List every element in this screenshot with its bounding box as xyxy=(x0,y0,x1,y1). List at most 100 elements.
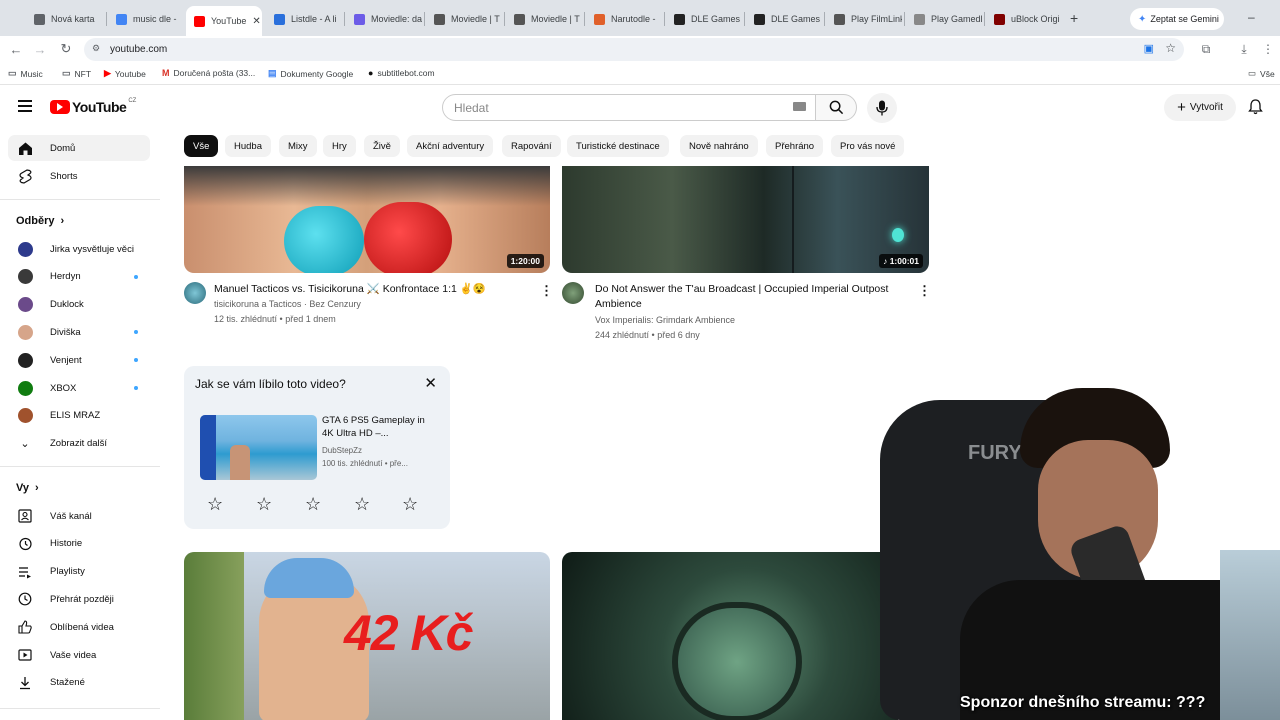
sidebar-subscription[interactable]: Jirka vysvětluje věci xyxy=(8,236,150,262)
sidebar-item-home[interactable]: Domů xyxy=(8,135,150,161)
subscriptions-heading[interactable]: Odběry › xyxy=(16,215,64,227)
bookmark-item[interactable]: ▭ NFT xyxy=(62,68,91,79)
filter-chip[interactable]: Turistické destinace xyxy=(567,135,669,157)
bookmark-item[interactable]: ▭ Music xyxy=(8,68,43,79)
video-thumbnail[interactable]: 42 Kč xyxy=(184,552,550,720)
filter-chip[interactable]: Nově nahráno xyxy=(680,135,758,157)
all-bookmarks-folder[interactable]: ▭ Vše xyxy=(1248,68,1275,79)
bookmark-item[interactable]: ● subtitlebot.com xyxy=(368,68,435,78)
back-icon[interactable]: ← xyxy=(8,41,24,57)
browser-tab[interactable]: Play FilmLink xyxy=(826,6,902,32)
sidebar-item-like[interactable]: Oblíbená videa xyxy=(8,614,150,640)
rating-star-icon[interactable]: ☆ xyxy=(305,494,321,515)
browser-tab[interactable]: Moviedle | T xyxy=(506,6,582,32)
browser-tab[interactable]: DLE Games xyxy=(746,6,822,32)
sidebar-item-playlist[interactable]: Playlisty xyxy=(8,559,150,585)
you-heading[interactable]: Vy › xyxy=(16,482,39,494)
sidebar-item-shorts[interactable]: Shorts xyxy=(8,163,150,189)
browser-tab[interactable]: DLE Games xyxy=(666,6,742,32)
tab-separator xyxy=(504,12,505,26)
search-button[interactable] xyxy=(815,94,857,121)
bookmark-star-icon[interactable]: ☆ xyxy=(1165,41,1176,55)
notifications-bell-icon[interactable] xyxy=(1248,99,1263,120)
filter-chip[interactable]: Přehráno xyxy=(766,135,824,157)
docs-icon: ▤ xyxy=(268,68,277,78)
filter-chip[interactable]: Vše xyxy=(184,135,219,157)
browser-tab[interactable]: Moviedle | T xyxy=(426,6,502,32)
hamburger-menu-icon[interactable] xyxy=(18,100,32,112)
rating-star-icon[interactable]: ☆ xyxy=(207,494,223,515)
filter-chip[interactable]: Hudba xyxy=(225,135,271,157)
youtube-logo[interactable]: YouTube CZ xyxy=(50,98,136,115)
reload-icon[interactable]: ↻ xyxy=(58,41,74,57)
browser-tab[interactable]: Moviedle: da xyxy=(346,6,422,32)
video-duration: 1:20:00 xyxy=(506,254,544,268)
sidebar-item-video[interactable]: Vaše videa xyxy=(8,642,150,668)
filter-chip[interactable]: Akční adventury xyxy=(407,135,494,157)
browser-tab[interactable]: music dle - xyxy=(108,6,184,32)
minimize-window-button[interactable]: – xyxy=(1248,10,1255,24)
new-tab-button[interactable]: + xyxy=(1070,10,1078,26)
close-icon[interactable]: ✕ xyxy=(424,374,437,392)
more-actions-icon[interactable]: ⋮ xyxy=(918,284,931,297)
forward-icon[interactable]: → xyxy=(32,41,48,57)
rating-star-icon[interactable]: ☆ xyxy=(256,494,272,515)
search-input[interactable]: Hledat xyxy=(442,94,816,121)
sidebar-subscription[interactable]: ELIS MRAZ xyxy=(8,403,150,429)
video-title[interactable]: Do Not Answer the T'au Broadcast | Occup… xyxy=(595,282,915,312)
bookmark-item[interactable]: ▶ Youtube xyxy=(104,68,146,79)
channel-avatar[interactable] xyxy=(184,282,206,304)
ask-gemini-button[interactable]: ✦ Zeptat se Gemini xyxy=(1130,8,1224,30)
sidebar-subscription[interactable]: Venjent xyxy=(8,347,150,373)
filter-chip[interactable]: Pro vás nové xyxy=(831,135,905,157)
video-thumbnail[interactable]: ♪ 1:00:01 xyxy=(562,166,929,273)
filter-chip[interactable]: Mixy xyxy=(279,135,317,157)
download-icon xyxy=(8,676,42,690)
browser-tab[interactable]: Play Gamedl xyxy=(906,6,982,32)
more-actions-icon[interactable]: ⋮ xyxy=(540,284,553,297)
survey-video-thumbnail[interactable] xyxy=(200,415,317,480)
video-channel[interactable]: tisicikoruna a Tacticos · Bez Cenzury xyxy=(214,297,361,312)
sidebar-item-channel[interactable]: Váš kanál xyxy=(8,503,150,529)
sidebar-item-clock[interactable]: Přehrát později xyxy=(8,586,150,612)
browser-tab[interactable]: Nová karta xyxy=(26,6,102,32)
voice-search-button[interactable] xyxy=(867,93,897,123)
channel-avatar[interactable] xyxy=(562,282,584,304)
sidebar-subscription[interactable]: Duklock xyxy=(8,292,150,318)
browser-tab[interactable]: Listdle - A li xyxy=(266,6,342,32)
filter-chip[interactable]: Rapování xyxy=(502,135,561,157)
browser-tab[interactable]: YouTube ✕ xyxy=(186,6,262,36)
browser-tab[interactable]: Narutodle - xyxy=(586,6,662,32)
video-thumbnail[interactable]: 1:20:00 xyxy=(184,166,550,273)
bookmark-item[interactable]: M Doručená pošta (33... xyxy=(162,68,255,78)
sidebar-subscription[interactable]: Herdyn xyxy=(8,264,150,290)
stream-caption: Sponzor dnešního streamu: ??? xyxy=(960,694,1206,711)
plus-icon: + xyxy=(1177,99,1186,116)
browser-tab[interactable]: uBlock Origi xyxy=(986,6,1062,32)
sidebar-item-history[interactable]: Historie xyxy=(8,531,150,557)
red-glove xyxy=(364,202,452,273)
sidebar-item-download[interactable]: Stažené xyxy=(8,670,150,696)
close-tab-icon[interactable]: ✕ xyxy=(252,16,260,27)
bookmark-item[interactable]: ▤ Dokumenty Google xyxy=(268,68,353,79)
sidebar-subscription[interactable]: Diviška xyxy=(8,319,150,345)
survey-video-title[interactable]: GTA 6 PS5 Gameplay in 4K Ultra HD –... xyxy=(322,414,432,440)
download-icon[interactable]: ⤓ xyxy=(1236,41,1252,57)
rating-star-icon[interactable]: ☆ xyxy=(402,494,418,515)
rating-star-icon[interactable]: ☆ xyxy=(354,494,370,515)
cast-icon[interactable]: ▣ xyxy=(1144,42,1154,55)
site-info-icon[interactable]: ⚙ xyxy=(92,43,100,54)
sidebar-subscription[interactable]: XBOX xyxy=(8,375,150,401)
filter-chip[interactable]: Hry xyxy=(323,135,356,157)
survey-video-channel[interactable]: DubStepZz xyxy=(322,446,362,455)
create-button[interactable]: + Vytvořit xyxy=(1164,94,1236,121)
video-title[interactable]: Manuel Tacticos vs. Tisicikoruna ⚔️ Konf… xyxy=(214,282,524,297)
filter-chip[interactable]: Živě xyxy=(364,135,400,157)
menu-dots-icon[interactable]: ⋮ xyxy=(1260,41,1276,57)
show-more-button[interactable]: ⌄ Zobrazit další xyxy=(8,430,150,456)
keyboard-icon[interactable] xyxy=(793,102,806,111)
extensions-icon[interactable]: ⧉ xyxy=(1198,41,1214,57)
address-bar[interactable]: ⚙ youtube.com ▣ ☆ xyxy=(84,38,1184,61)
survey-video-meta: 100 tis. zhlédnutí • pře... xyxy=(322,459,408,468)
video-channel[interactable]: Vox Imperialis: Grimdark Ambience xyxy=(595,313,735,328)
